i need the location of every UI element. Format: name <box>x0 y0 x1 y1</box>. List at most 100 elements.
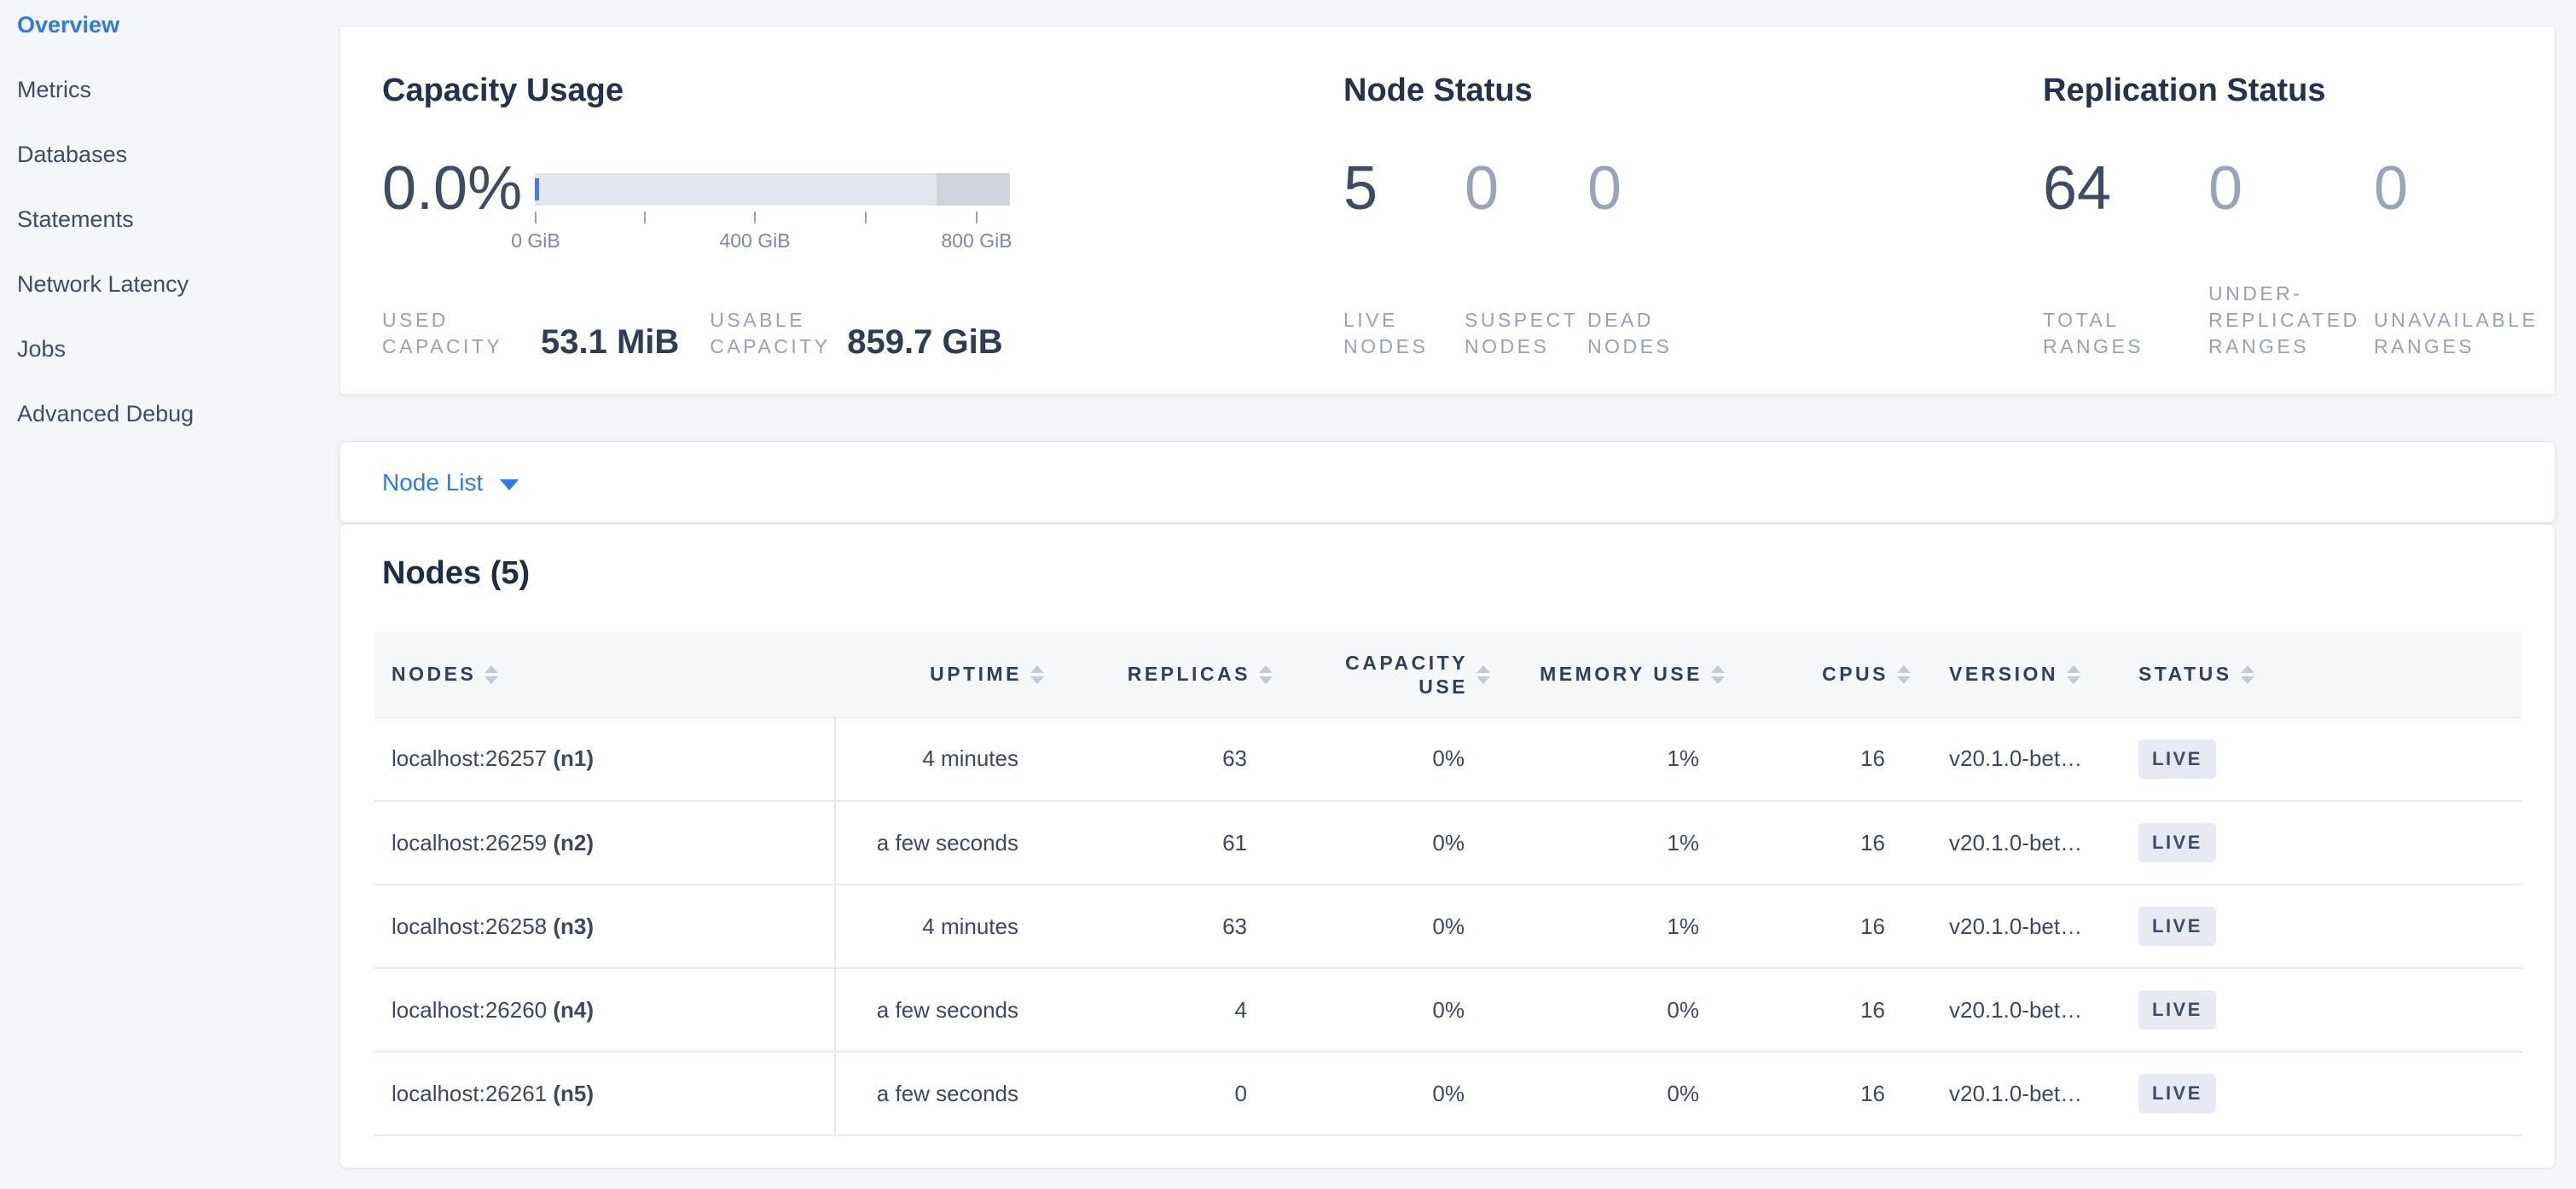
sidebar-item-databases[interactable]: Databases <box>17 137 339 171</box>
sidebar-item-network-latency[interactable]: Network Latency <box>17 267 339 301</box>
uptime-cell: 4 minutes <box>835 884 1044 968</box>
usable-capacity-label: USABLE CAPACITY <box>710 307 842 360</box>
status-badge: LIVE <box>2138 823 2216 862</box>
memory-use-cell: 0% <box>1490 1052 1725 1135</box>
capacity-usage-percent: 0.0% <box>382 154 522 223</box>
node-id: (n3) <box>553 914 594 939</box>
capacity-gauge <box>535 173 1010 206</box>
sort-icon <box>484 665 498 684</box>
table-row: localhost:26258 (n3) 4 minutes 63 0% 1% … <box>374 884 2522 968</box>
view-selector-card: Node List <box>339 441 2556 523</box>
node-id: (n5) <box>553 1081 594 1106</box>
cpus-cell: 16 <box>1725 1052 1911 1135</box>
version-cell: v20.1.0-bet… <box>1911 968 2100 1052</box>
replicas-cell: 4 <box>1044 968 1273 1052</box>
column-header-uptime[interactable]: UPTIME <box>835 632 1044 717</box>
dead-nodes-label: DEAD NODES <box>1587 307 1672 360</box>
node-status-title: Node Status <box>1343 72 1533 109</box>
nodes-table-title: Nodes (5) <box>382 555 530 592</box>
memory-use-cell: 1% <box>1490 717 1725 801</box>
sidebar-item-jobs[interactable]: Jobs <box>17 332 339 366</box>
replicas-cell: 63 <box>1044 717 1273 801</box>
sort-icon <box>1897 665 1911 684</box>
usable-capacity-value: 859.7 GiB <box>847 324 1002 360</box>
table-row: localhost:26261 (n5) a few seconds 0 0% … <box>374 1052 2522 1135</box>
node-address-link[interactable]: localhost:26261 <box>392 1081 547 1106</box>
version-cell: v20.1.0-bet… <box>1911 884 2100 968</box>
version-cell: v20.1.0-bet… <box>1911 801 2100 884</box>
column-header-cpus[interactable]: CPUS <box>1725 632 1911 717</box>
node-address-link[interactable]: localhost:26260 <box>392 997 547 1023</box>
uptime-cell: a few seconds <box>835 968 1044 1052</box>
column-header-memory-use[interactable]: MEMORY USE <box>1490 632 1725 717</box>
version-cell: v20.1.0-bet… <box>1911 717 2100 801</box>
gauge-tick-label: 400 GiB <box>719 229 790 252</box>
uptime-cell: a few seconds <box>835 1052 1044 1135</box>
capacity-use-cell: 0% <box>1273 968 1490 1052</box>
sidebar-item-statements[interactable]: Statements <box>17 202 339 236</box>
status-badge: LIVE <box>2138 1074 2216 1113</box>
status-badge: LIVE <box>2138 990 2216 1030</box>
sidebar-item-advanced-debug[interactable]: Advanced Debug <box>17 397 339 431</box>
capacity-usage-title: Capacity Usage <box>382 72 624 109</box>
column-label: CPUS <box>1822 663 1888 686</box>
capacity-use-cell: 0% <box>1273 717 1490 801</box>
table-row: localhost:26259 (n2) a few seconds 61 0%… <box>374 801 2522 884</box>
gauge-tick <box>865 212 867 223</box>
sidebar: Overview Metrics Databases Statements Ne… <box>0 0 339 1189</box>
replicas-cell: 63 <box>1044 884 1273 968</box>
node-id: (n4) <box>553 997 594 1023</box>
capacity-use-cell: 0% <box>1273 884 1490 968</box>
under-replicated-ranges-count: 0 <box>2208 154 2242 223</box>
capacity-gauge-used-marker <box>535 178 539 200</box>
node-id: (n2) <box>553 830 594 856</box>
memory-use-cell: 1% <box>1490 801 1725 884</box>
unavailable-ranges-count: 0 <box>2374 154 2408 223</box>
sidebar-item-metrics[interactable]: Metrics <box>17 72 339 107</box>
uptime-cell: a few seconds <box>835 801 1044 884</box>
node-list-dropdown-label: Node List <box>382 469 483 496</box>
node-address-link[interactable]: localhost:26259 <box>392 830 547 856</box>
nodes-table-card: Nodes (5) NODES UPTIME REPLICAS CAPACITY… <box>339 524 2556 1169</box>
column-header-capacity-use[interactable]: CAPACITY USE <box>1273 632 1490 717</box>
sort-icon <box>2241 665 2254 684</box>
table-row: localhost:26257 (n1) 4 minutes 63 0% 1% … <box>374 717 2522 801</box>
suspect-nodes-count: 0 <box>1465 154 1499 223</box>
gauge-tick <box>754 212 756 223</box>
status-badge: LIVE <box>2138 740 2216 779</box>
under-replicated-ranges-label: UNDER- REPLICATED RANGES <box>2208 281 2360 360</box>
live-nodes-count: 5 <box>1343 154 1378 223</box>
column-header-version[interactable]: VERSION <box>1911 632 2100 717</box>
column-label: VERSION <box>1949 663 2058 686</box>
used-capacity-label: USED CAPACITY <box>382 307 536 360</box>
column-label: CAPACITY USE <box>1340 651 1468 699</box>
column-header-status[interactable]: STATUS <box>2100 632 2522 717</box>
capacity-gauge-dark-segment <box>937 173 1010 206</box>
sort-icon <box>1477 665 1490 684</box>
gauge-tick <box>644 212 646 223</box>
sort-icon <box>1259 665 1273 684</box>
sort-icon <box>1030 665 1044 684</box>
replication-status-title: Replication Status <box>2043 72 2326 109</box>
capacity-stats: USED CAPACITY 53.1 MiB USABLE CAPACITY 8… <box>382 307 1034 360</box>
gauge-tick <box>535 212 537 223</box>
cpus-cell: 16 <box>1725 884 1911 968</box>
status-badge: LIVE <box>2138 907 2216 946</box>
node-list-dropdown[interactable]: Node List <box>382 442 519 524</box>
version-cell: v20.1.0-bet… <box>1911 1052 2100 1135</box>
column-header-replicas[interactable]: REPLICAS <box>1044 632 1273 717</box>
table-row: localhost:26260 (n4) a few seconds 4 0% … <box>374 968 2522 1052</box>
capacity-use-cell: 0% <box>1273 801 1490 884</box>
sidebar-item-overview[interactable]: Overview <box>17 8 339 42</box>
chevron-down-icon <box>500 479 519 490</box>
node-address-link[interactable]: localhost:26257 <box>392 745 547 771</box>
column-label: STATUS <box>2138 663 2232 686</box>
column-label: MEMORY USE <box>1540 663 1703 686</box>
table-header-row: NODES UPTIME REPLICAS CAPACITY USE MEMOR… <box>374 632 2522 717</box>
gauge-tick <box>976 212 978 223</box>
live-nodes-label: LIVE NODES <box>1343 307 1428 360</box>
sort-icon <box>1711 665 1725 684</box>
column-label: NODES <box>392 663 476 686</box>
column-header-nodes[interactable]: NODES <box>374 632 835 717</box>
node-address-link[interactable]: localhost:26258 <box>392 914 547 939</box>
